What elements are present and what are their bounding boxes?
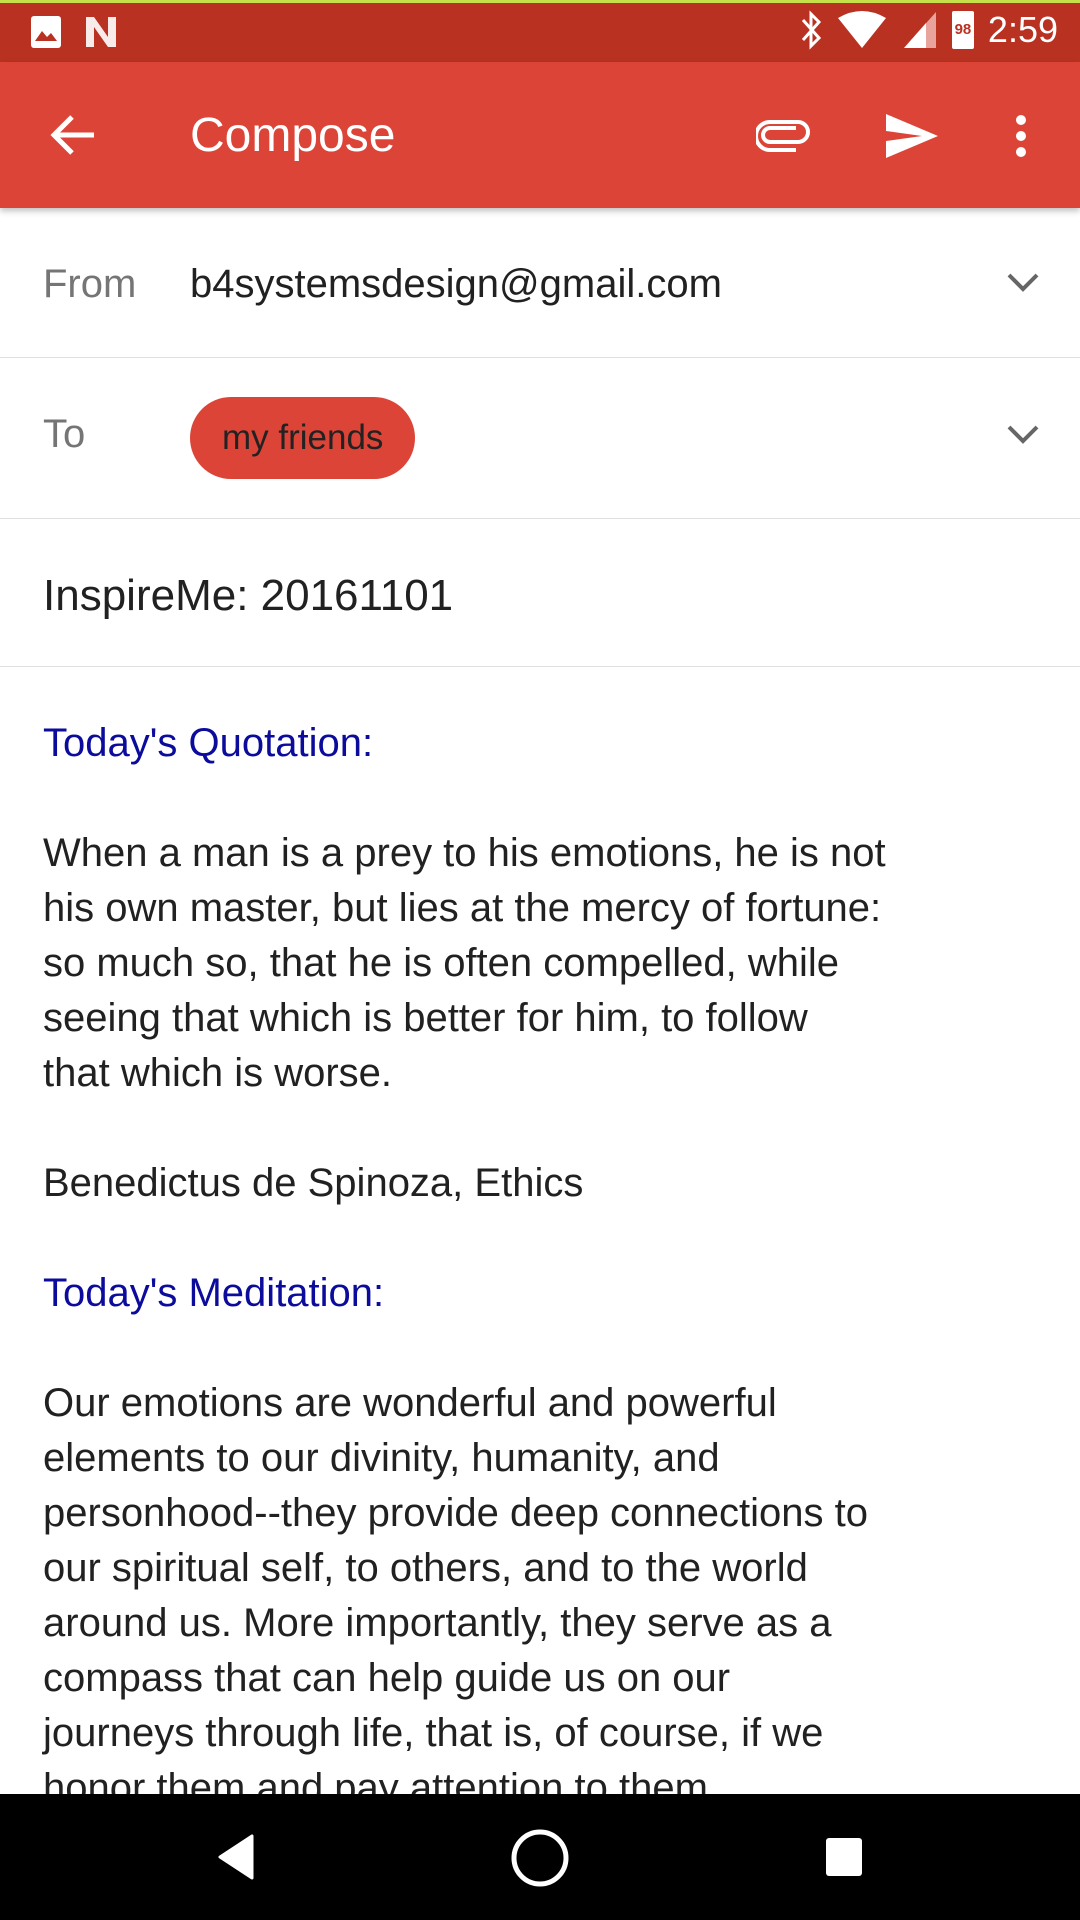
page-title: Compose <box>190 109 396 162</box>
quote-line: that which is worse. <box>43 1051 393 1095</box>
app-bar: Compose <box>0 62 1080 208</box>
quote-line: seeing that which is better for him, to … <box>43 996 808 1040</box>
subject-row[interactable]: InspireMe: 20161101 <box>0 519 1080 667</box>
meditation-heading: Today's Meditation: <box>43 1271 385 1315</box>
meditation-line: personhood--they provide deep connection… <box>43 1491 868 1535</box>
more-vert-icon[interactable] <box>1014 114 1028 158</box>
status-bar: 98 2:59 <box>0 0 1080 62</box>
quotation-heading: Today's Quotation: <box>43 721 374 765</box>
image-icon <box>31 16 61 48</box>
attach-icon[interactable] <box>756 118 812 152</box>
meditation-line: elements to our divinity, humanity, and <box>43 1436 720 1480</box>
clock: 2:59 <box>987 9 1058 50</box>
chevron-down-icon[interactable] <box>1006 424 1040 446</box>
quote-line: his own master, but lies at the mercy of… <box>43 886 882 930</box>
nav-back-icon[interactable] <box>216 1834 256 1880</box>
attribution: Benedictus de Spinoza, Ethics <box>43 1161 584 1205</box>
nav-recents-icon[interactable] <box>824 1836 864 1878</box>
from-row[interactable]: From b4systemsdesign@gmail.com <box>0 208 1080 358</box>
meditation-line: Our emotions are wonderful and powerful <box>43 1381 777 1425</box>
to-label: To <box>43 412 86 456</box>
nav-home-icon[interactable] <box>510 1828 570 1888</box>
chevron-down-icon[interactable] <box>1006 272 1040 294</box>
subject-field[interactable]: InspireMe: 20161101 <box>43 571 453 621</box>
wifi-icon <box>837 11 886 48</box>
bluetooth-icon <box>801 10 821 50</box>
battery-icon: 98 <box>951 11 974 49</box>
quote-line: so much so, that he is often compelled, … <box>43 941 839 985</box>
from-label: From <box>43 262 137 306</box>
message-body[interactable]: Today's Quotation: When a man is a prey … <box>0 667 1080 1816</box>
meditation-line: journeys through life, that is, of cours… <box>43 1711 824 1755</box>
meditation-line: compass that can help guide us on our <box>43 1656 731 1700</box>
n-logo-icon <box>86 17 116 47</box>
battery-level: 98 <box>954 21 972 38</box>
quote-line: When a man is a prey to his emotions, he… <box>43 831 886 875</box>
send-icon[interactable] <box>884 112 940 160</box>
from-account[interactable]: b4systemsdesign@gmail.com <box>190 262 722 307</box>
recipient-chip[interactable]: my friends <box>190 397 416 479</box>
navigation-bar <box>0 1794 1080 1920</box>
meditation-line: our spiritual self, to others, and to th… <box>43 1546 808 1590</box>
back-arrow-icon[interactable] <box>50 114 96 156</box>
signal-icon <box>903 12 936 48</box>
to-row[interactable]: To my friends <box>0 358 1080 519</box>
meditation-line: around us. More importantly, they serve … <box>43 1601 832 1645</box>
